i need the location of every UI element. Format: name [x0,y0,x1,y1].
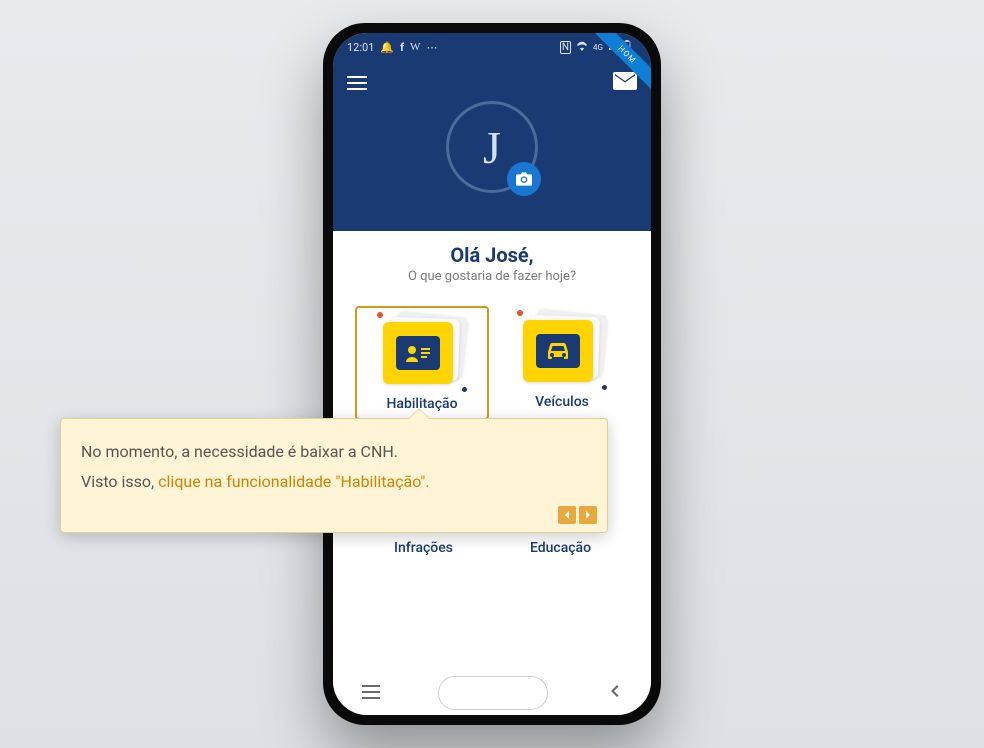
tooltip-line2: Visto isso, clique na funcionalidade "Ha… [81,467,587,497]
tile-veiculos[interactable]: Veículos [495,306,629,420]
status-clock: 12:01 [347,41,374,54]
tooltip-line1: No momento, a necessidade é baixar a CNH… [81,437,587,467]
id-card-icon [396,336,440,370]
tile-infracoes-label[interactable]: Infrações [355,540,492,556]
greeting-title: Olá José, [333,243,651,267]
back-button[interactable] [606,683,622,703]
screen: 12:01 🔔 f W ⋯ N 4G [333,33,651,715]
bell-icon: 🔔 [380,41,394,54]
home-button[interactable] [438,676,548,710]
avatar[interactable]: J [446,101,538,193]
tile-veiculos-label: Veículos [535,394,589,410]
android-navbar [333,671,651,715]
menu-button[interactable] [347,72,367,94]
recent-apps-button[interactable] [362,684,380,703]
decorative-dot [517,310,523,316]
tooltip-prev-button[interactable] [558,506,576,524]
greeting-subtitle: O que gostaria de fazer hoje? [333,269,651,284]
phone-frame: 12:01 🔔 f W ⋯ N 4G [323,23,661,725]
tile-educacao-label[interactable]: Educação [492,540,629,556]
tile-veiculos-art [519,312,605,388]
status-right: N 4G [560,40,631,55]
tile-habilitacao-art [379,314,465,390]
car-icon [536,334,580,368]
battery-icon [623,40,631,55]
tooltip-line2-prefix: Visto isso, [81,472,158,491]
signal-4g-label: 4G [593,43,603,52]
tooltip-next-button[interactable] [579,506,597,524]
camera-badge[interactable] [507,162,541,196]
wikipedia-icon: W [410,41,420,53]
app-header: J [333,61,651,231]
avatar-initial: J [483,121,501,174]
more-dots-icon: ⋯ [426,41,437,54]
decorative-dot [602,385,607,390]
mail-button[interactable] [613,72,637,94]
facebook-icon: f [400,41,404,54]
decorative-dot [377,312,383,318]
nfc-icon: N [560,41,571,54]
signal-icon [608,41,618,54]
decorative-dot [462,387,467,392]
tutorial-tooltip: No momento, a necessidade é baixar a CNH… [60,418,608,533]
tooltip-line2-accent: clique na funcionalidade "Habilitação". [158,472,429,491]
status-bar: 12:01 🔔 f W ⋯ N 4G [333,33,651,61]
wifi-icon [576,41,588,54]
tile-habilitacao[interactable]: Habilitação [355,306,489,420]
status-left: 12:01 🔔 f W ⋯ [347,41,437,54]
